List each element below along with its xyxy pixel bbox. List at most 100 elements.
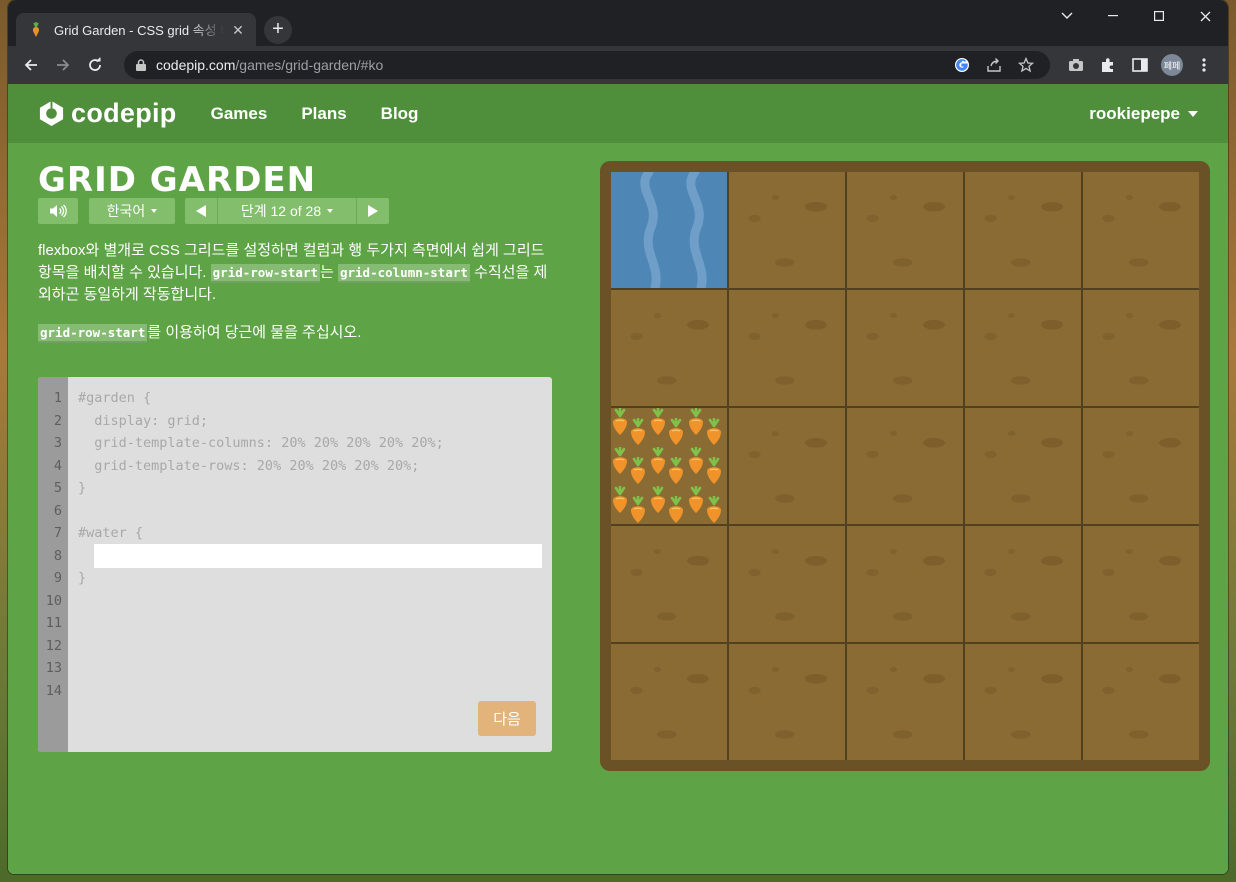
browser-toolbar: codepip.com/games/grid-garden/#ko 페페 [8, 46, 1228, 84]
browser-tab[interactable]: Grid Garden - CSS grid 속성 배 ✕ [16, 13, 256, 46]
tab-close-icon[interactable]: ✕ [230, 22, 246, 38]
codepip-logo[interactable]: codepip [38, 98, 177, 129]
line-number: 4 [53, 457, 62, 474]
carrot-icon [649, 446, 667, 477]
camera-icon[interactable] [1060, 50, 1092, 80]
menu-kebab-icon[interactable] [1188, 50, 1220, 80]
back-arrow-icon[interactable] [16, 50, 46, 80]
carrot-icon [611, 407, 629, 438]
extensions-puzzle-icon[interactable] [1092, 50, 1124, 80]
line-number: 5 [53, 480, 62, 496]
triangle-right-icon [368, 205, 378, 217]
soil-cell [965, 526, 1081, 642]
user-menu[interactable]: rookiepepe [1089, 104, 1198, 124]
caret-down-icon [1188, 110, 1198, 117]
carrot-icon [667, 417, 685, 448]
speaker-icon [50, 204, 67, 218]
code-line: #water { [78, 525, 144, 541]
triangle-left-icon [196, 205, 206, 217]
profile-avatar[interactable]: 페페 [1156, 50, 1188, 80]
carrot-icon [649, 407, 667, 438]
code-line: #garden { [78, 390, 152, 406]
soil-cell [965, 408, 1081, 524]
share-icon[interactable] [978, 57, 1010, 73]
profile-initials: 페페 [1161, 54, 1183, 76]
carrot-icon [611, 485, 629, 516]
soil-cell [729, 408, 845, 524]
side-panel-icon[interactable] [1124, 50, 1156, 80]
carrot-icon [629, 417, 647, 448]
soil-cell [1083, 172, 1199, 288]
forward-arrow-icon[interactable] [48, 50, 78, 80]
soil-cell [729, 172, 845, 288]
lock-icon[interactable] [136, 59, 146, 71]
garden-grid [611, 172, 1199, 760]
soil-cell [611, 644, 727, 760]
soil-cell [847, 290, 963, 406]
carrot-tile [611, 407, 727, 524]
instructions-text: 는 [320, 264, 338, 281]
next-level-button[interactable] [357, 198, 389, 224]
code-keyword: grid-column-start [337, 264, 470, 283]
code-line: display: grid; [78, 412, 209, 429]
next-button[interactable]: 다음 [478, 701, 536, 736]
previous-level-button[interactable] [185, 198, 217, 224]
carrot-icon [687, 446, 705, 477]
close-window-icon[interactable] [1182, 0, 1228, 32]
line-number: 3 [53, 435, 62, 451]
browser-window: Grid Garden - CSS grid 속성 배 ✕ + codepip.… [8, 0, 1228, 874]
instructions: flexbox와 별개로 CSS 그리드를 설정하면 컬럼과 행 두가지 측면에… [38, 240, 552, 344]
carrot-icon [649, 485, 667, 516]
line-number: 11 [45, 615, 62, 631]
soil-cell [1083, 290, 1199, 406]
task-paragraph: grid-row-start 를 이용하여 당근에 물을 주십시오. [38, 322, 552, 344]
game-title: GRID GARDEN [38, 160, 317, 200]
line-numbers: 1 2 3 4 5 6 7 8 9 10 11 12 13 14 [38, 377, 68, 752]
line-number: 2 [53, 412, 62, 429]
nav-blog[interactable]: Blog [381, 104, 419, 124]
google-icon[interactable] [946, 57, 978, 73]
tab-title: Grid Garden - CSS grid 속성 배 [54, 23, 224, 38]
language-label: 한국어 [106, 203, 146, 219]
carrot-icon [667, 456, 685, 487]
level-panel: GRID GARDEN 한국어 단계 12 of 28 flexbox와 별개로… [38, 162, 552, 344]
line-number: 8 [53, 547, 62, 564]
task-text: 를 이용하여 당근에 물을 주십시오. [147, 324, 362, 341]
code-line: grid-template-columns: 20% 20% 20% 20% 2… [78, 435, 444, 451]
water-waves-icon [640, 172, 707, 288]
maximize-icon[interactable] [1136, 0, 1182, 32]
line-number: 6 [53, 502, 62, 519]
soil-cell [729, 526, 845, 642]
language-dropdown[interactable]: 한국어 [89, 198, 175, 224]
minimize-icon[interactable] [1090, 0, 1136, 32]
reload-icon[interactable] [80, 50, 110, 80]
code-line: grid-template-rows: 20% 20% 20% 20% 20%; [78, 457, 420, 474]
soil-cell [1083, 526, 1199, 642]
site-header: codepip Games Plans Blog rookiepepe [8, 84, 1228, 143]
bookmark-star-icon[interactable] [1010, 57, 1042, 73]
nav-plans[interactable]: Plans [301, 104, 346, 124]
css-code-input[interactable] [94, 544, 542, 568]
new-tab-button[interactable]: + [264, 16, 292, 44]
carrot-icon [705, 417, 723, 448]
css-editor: 1 2 3 4 5 6 7 8 9 10 11 12 13 14 #garden { display: g… [38, 377, 552, 752]
dropdown-caret-icon [327, 209, 334, 213]
username: rookiepepe [1089, 103, 1180, 123]
address-bar[interactable]: codepip.com/games/grid-garden/#ko [124, 51, 1050, 79]
sound-toggle-button[interactable] [38, 198, 78, 224]
soil-cell [1083, 408, 1199, 524]
level-dropdown[interactable]: 단계 12 of 28 [217, 198, 357, 224]
level-label: 단계 12 of 28 [240, 203, 322, 219]
line-number: 13 [45, 660, 62, 676]
carrot-icon [629, 456, 647, 487]
nav-games[interactable]: Games [211, 104, 268, 124]
soil-cell [729, 644, 845, 760]
tab-search-chevron-icon[interactable] [1044, 0, 1090, 32]
tab-strip: Grid Garden - CSS grid 속성 배 ✕ + [8, 0, 1228, 46]
soil-cell [965, 172, 1081, 288]
